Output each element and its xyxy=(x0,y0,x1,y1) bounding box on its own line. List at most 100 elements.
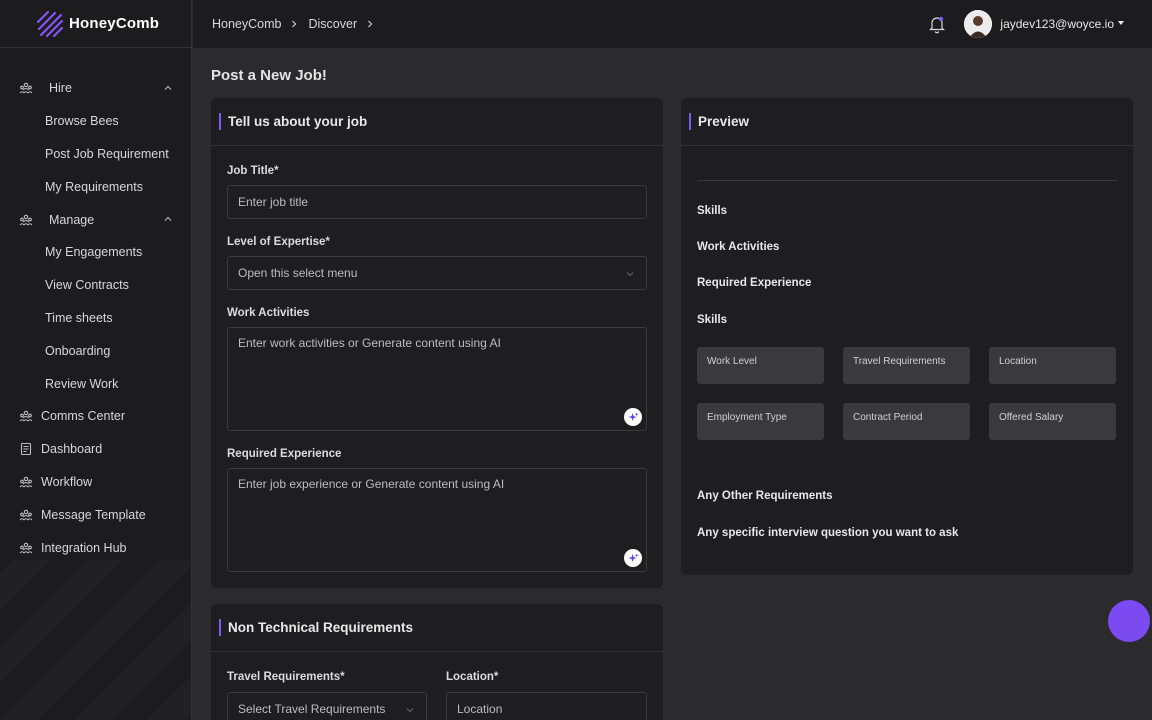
document-icon xyxy=(20,443,32,456)
sidebar-item-label: Review Work xyxy=(45,376,119,391)
sidebar-item-hire[interactable]: Hire xyxy=(0,72,191,105)
card-header: Tell us about your job xyxy=(211,98,663,146)
preview-skills-2: Skills xyxy=(697,314,728,326)
sidebar-item-label: Integration Hub xyxy=(41,540,127,555)
people-icon xyxy=(19,509,33,521)
sidebar-item-message-template[interactable]: Message Template xyxy=(0,498,191,531)
user-avatar-icon xyxy=(964,10,992,38)
sidebar-item-review-work[interactable]: Review Work xyxy=(0,367,191,400)
sparkle-icon xyxy=(627,411,639,421)
sidebar-item-label: Hire xyxy=(49,81,72,96)
chevron-right-icon xyxy=(292,20,297,28)
sidebar-item-onboarding[interactable]: Onboarding xyxy=(0,334,191,367)
preview-work-activities: Work Activities xyxy=(697,241,780,253)
brand[interactable]: HoneyComb xyxy=(0,0,191,48)
card-title: Tell us about your job xyxy=(228,114,368,129)
sidebar-item-label: Manage xyxy=(49,212,95,227)
sidebar-item-label: My Engagements xyxy=(45,245,143,260)
sidebar-item-label: Dashboard xyxy=(41,442,103,457)
preview-offered-salary: Offered Salary xyxy=(989,403,1116,440)
sidebar-item-label: Post Job Requirement xyxy=(45,146,169,161)
expertise-select[interactable]: Open this select menu xyxy=(227,256,647,290)
breadcrumb-discover[interactable]: Discover xyxy=(308,17,357,31)
sparkle-icon xyxy=(627,552,639,562)
sidebar-item-integration-hub[interactable]: Integration Hub xyxy=(0,531,191,564)
work-activities-placeholder: Enter work activities or Generate conten… xyxy=(238,336,501,350)
accent-bar xyxy=(219,113,221,130)
sidebar-item-comms-center[interactable]: Comms Center xyxy=(0,400,191,433)
divider xyxy=(697,180,1117,181)
sidebar-item-label: Message Template xyxy=(41,507,146,522)
sidebar-item-label: Browse Bees xyxy=(45,114,119,129)
accent-bar xyxy=(689,113,691,130)
sidebar-item-dashboard[interactable]: Dashboard xyxy=(0,433,191,466)
people-icon xyxy=(19,476,33,488)
sidebar-item-label: Onboarding xyxy=(45,343,111,358)
floating-action-button[interactable] xyxy=(1108,600,1150,642)
preview-employment-type: Employment Type xyxy=(697,403,824,440)
sidebar-item-my-engagements[interactable]: My Engagements xyxy=(0,236,191,269)
preview-interview-question: Any specific interview question you want… xyxy=(697,527,959,539)
preview-travel-requirements: Travel Requirements xyxy=(843,347,970,384)
ai-generate-button[interactable] xyxy=(624,549,642,567)
sidebar-nav: Hire Browse Bees Post Job Requirement My… xyxy=(0,48,191,564)
chevron-up-icon[interactable] xyxy=(164,84,172,92)
sidebar-item-workflow[interactable]: Workflow xyxy=(0,466,191,499)
brand-name: HoneyComb xyxy=(69,15,160,32)
job-title-placeholder: Enter job title xyxy=(238,195,309,209)
sidebar-item-label: Time sheets xyxy=(45,310,113,325)
sidebar-item-manage[interactable]: Manage xyxy=(0,203,191,236)
preview-location: Location xyxy=(989,347,1116,384)
people-icon xyxy=(19,542,33,553)
user-email[interactable]: jaydev123@woyce.io xyxy=(1000,17,1114,31)
card-title: Non Technical Requirements xyxy=(228,620,414,635)
people-icon xyxy=(19,214,33,225)
job-title-label: Job Title* xyxy=(227,165,279,177)
preview-other-requirements: Any Other Requirements xyxy=(697,490,833,502)
chevron-right-icon xyxy=(368,20,373,28)
card-header: Non Technical Requirements xyxy=(211,604,663,652)
caret-down-icon[interactable] xyxy=(1118,21,1124,25)
breadcrumb-honeycomb[interactable]: HoneyComb xyxy=(212,17,281,31)
work-activities-textarea[interactable]: Enter work activities or Generate conten… xyxy=(227,327,647,431)
preview-required-experience: Required Experience xyxy=(697,277,812,289)
travel-requirements-select[interactable]: Select Travel Requirements xyxy=(227,692,427,720)
required-experience-label: Required Experience xyxy=(227,448,342,460)
preview-work-level: Work Level xyxy=(697,347,824,384)
job-details-card: Tell us about your job Job Title* Enter … xyxy=(211,98,663,588)
chevron-down-icon xyxy=(406,708,414,713)
avatar[interactable] xyxy=(964,10,992,38)
preview-card: Preview Skills Work Activities Required … xyxy=(681,98,1133,575)
work-activities-label: Work Activities xyxy=(227,307,310,319)
sidebar: HoneyComb Hire Browse Bees Post Job Requ… xyxy=(0,0,192,720)
card-title: Preview xyxy=(698,114,750,129)
travel-requirements-value: Select Travel Requirements xyxy=(238,702,386,716)
sidebar-item-view-contracts[interactable]: View Contracts xyxy=(0,269,191,302)
sidebar-item-time-sheets[interactable]: Time sheets xyxy=(0,302,191,335)
honeycomb-logo-icon xyxy=(36,10,64,37)
people-icon xyxy=(19,83,33,94)
travel-requirements-label: Travel Requirements* xyxy=(227,671,345,683)
chevron-up-icon[interactable] xyxy=(164,215,172,223)
preview-skills: Skills xyxy=(697,205,728,217)
card-header: Preview xyxy=(681,98,1133,146)
sidebar-item-label: Workflow xyxy=(41,474,93,489)
page-title: Post a New Job! xyxy=(211,67,327,84)
sidebar-item-browse-bees[interactable]: Browse Bees xyxy=(0,105,191,138)
ai-generate-button[interactable] xyxy=(624,408,642,426)
job-title-input[interactable]: Enter job title xyxy=(227,185,647,219)
location-placeholder: Location xyxy=(457,702,503,716)
sidebar-item-label: My Requirements xyxy=(45,179,143,194)
location-label: Location* xyxy=(446,671,499,683)
sidebar-item-my-requirements[interactable]: My Requirements xyxy=(0,170,191,203)
topbar: HoneyComb Discover jaydev123@woyce.io xyxy=(193,0,1152,48)
bell-icon[interactable] xyxy=(928,15,946,34)
sidebar-item-label: View Contracts xyxy=(45,278,129,293)
sidebar-item-post-job-requirement[interactable]: Post Job Requirement xyxy=(0,138,191,171)
required-experience-textarea[interactable]: Enter job experience or Generate content… xyxy=(227,468,647,572)
location-input[interactable]: Location xyxy=(446,692,647,720)
expertise-label: Level of Expertise* xyxy=(227,236,330,248)
preview-contract-period: Contract Period xyxy=(843,403,970,440)
people-icon xyxy=(19,411,33,422)
sidebar-item-label: Comms Center xyxy=(41,409,126,424)
